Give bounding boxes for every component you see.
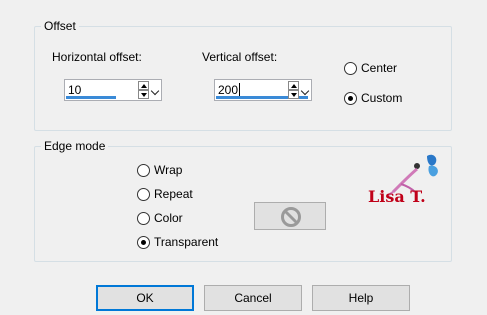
radio-repeat[interactable]: Repeat (137, 187, 193, 202)
spin-up-icon[interactable] (138, 81, 149, 90)
vertical-offset-label: Vertical offset: (202, 50, 278, 64)
help-button[interactable]: Help (312, 285, 410, 311)
radio-circle-icon[interactable] (137, 164, 150, 177)
radio-repeat-label: Repeat (154, 187, 193, 201)
edge-mode-group-title: Edge mode (41, 138, 109, 154)
spin-down-icon[interactable] (288, 90, 299, 99)
spin-down-icon[interactable] (138, 90, 149, 99)
horizontal-offset-updown[interactable] (138, 81, 149, 99)
horizontal-offset-slider-bar[interactable] (66, 96, 116, 99)
no-entry-icon (281, 207, 301, 227)
radio-circle-selected-icon[interactable] (137, 236, 150, 249)
radio-circle-icon[interactable] (137, 188, 150, 201)
radio-transparent[interactable]: Transparent (137, 235, 218, 250)
radio-custom[interactable]: Custom (344, 91, 402, 106)
radio-color[interactable]: Color (137, 211, 183, 226)
radio-wrap[interactable]: Wrap (137, 163, 182, 178)
color-swatch-button[interactable] (254, 202, 326, 230)
radio-wrap-label: Wrap (154, 163, 183, 177)
cancel-button[interactable]: Cancel (204, 285, 302, 311)
radio-color-label: Color (154, 211, 183, 225)
vertical-offset-value[interactable]: 200 (218, 83, 238, 97)
radio-circle-selected-icon[interactable] (344, 92, 357, 105)
offset-group-title: Offset (41, 18, 79, 34)
radio-circle-icon[interactable] (344, 62, 357, 75)
radio-circle-icon[interactable] (137, 212, 150, 225)
chevron-down-icon[interactable] (300, 81, 311, 99)
vertical-offset-updown[interactable] (288, 81, 299, 99)
logo-text: Lisa T. (368, 187, 426, 206)
radio-center[interactable]: Center (344, 61, 397, 76)
chevron-down-icon[interactable] (150, 81, 161, 99)
radio-transparent-label: Transparent (154, 235, 219, 249)
horizontal-offset-value[interactable]: 10 (68, 83, 81, 97)
radio-center-label: Center (361, 61, 398, 75)
vertical-offset-spinbox[interactable]: 200 (214, 79, 312, 101)
spin-up-icon[interactable] (288, 81, 299, 90)
text-caret (239, 83, 240, 97)
horizontal-offset-label: Horizontal offset: (52, 50, 142, 64)
horizontal-offset-spinbox[interactable]: 10 (64, 79, 162, 101)
radio-custom-label: Custom (361, 91, 403, 105)
ok-button[interactable]: OK (96, 285, 194, 311)
